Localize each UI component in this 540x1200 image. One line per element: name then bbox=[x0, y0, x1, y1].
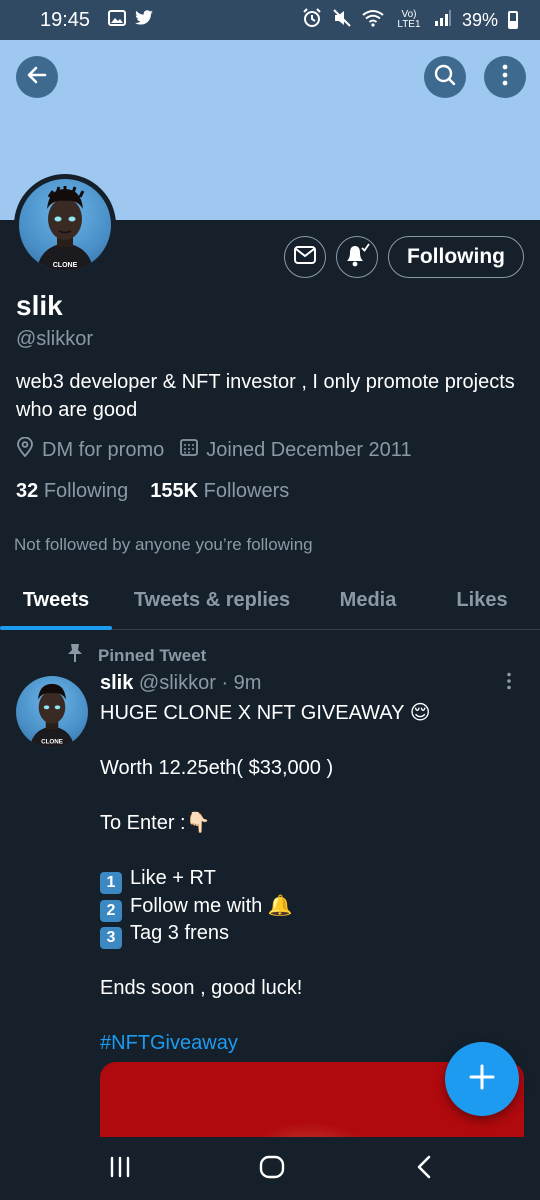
relieved-emoji: 😌 bbox=[409, 702, 431, 724]
keycap-3-icon: 3 bbox=[100, 927, 122, 949]
profile-name: slik bbox=[16, 290, 63, 321]
followers-label: Followers bbox=[203, 480, 290, 502]
gallery-icon bbox=[108, 9, 127, 31]
back-button[interactable] bbox=[16, 56, 58, 98]
tweet-line: To Enter :👇🏻 bbox=[100, 810, 520, 838]
pin-icon bbox=[66, 643, 84, 668]
following-stat[interactable]: 32 Following bbox=[16, 480, 128, 503]
keycap-1-icon: 1 bbox=[100, 872, 122, 894]
status-time: 19:45 bbox=[40, 8, 91, 31]
profile-avatar[interactable]: CLONE bbox=[14, 174, 116, 276]
tweet-avatar[interactable]: CLONE bbox=[16, 676, 88, 748]
message-button[interactable] bbox=[284, 236, 326, 278]
compose-tweet-button[interactable] bbox=[445, 1042, 519, 1116]
tweet-step-1: 1 Like + RT bbox=[100, 865, 520, 894]
tweet-time: · 9m bbox=[221, 672, 262, 694]
back-arrow-icon bbox=[25, 63, 49, 92]
follow-stats: 32 Following 155K Followers bbox=[16, 480, 289, 503]
tweet-author-name[interactable]: slik bbox=[100, 672, 133, 694]
tweet-text: HUGE CLONE X NFT GIVEAWAY 😌 Worth 12.25e… bbox=[100, 700, 520, 1058]
tweet-worth: Worth 12.25eth( $33,000 ) bbox=[100, 757, 334, 779]
nav-back-icon bbox=[415, 1154, 433, 1185]
more-vertical-icon bbox=[506, 672, 512, 694]
calendar-icon bbox=[180, 438, 199, 462]
location-text: DM for promo bbox=[42, 438, 165, 461]
tweet-step-2: 2 Follow me with 🔔 bbox=[100, 893, 520, 922]
wifi-icon bbox=[362, 9, 384, 32]
plus-icon bbox=[468, 1063, 496, 1096]
join-date-text: Joined December 2011 bbox=[206, 438, 412, 461]
tab-likes[interactable]: Likes bbox=[424, 570, 540, 630]
home-icon bbox=[258, 1154, 286, 1185]
system-back-button[interactable] bbox=[404, 1151, 444, 1187]
home-button[interactable] bbox=[252, 1151, 292, 1187]
pointing-down-emoji: 👇🏻 bbox=[185, 812, 211, 834]
tab-media[interactable]: Media bbox=[312, 570, 424, 630]
keycap-2-icon: 2 bbox=[100, 899, 122, 922]
recent-apps-button[interactable] bbox=[100, 1151, 140, 1187]
tab-tweets-replies[interactable]: Tweets & replies bbox=[112, 570, 312, 630]
tweet-header: slik @slikkor · 9m bbox=[100, 672, 261, 695]
tweet-author-handle[interactable]: @slikkor bbox=[139, 672, 216, 694]
tweet-title: HUGE CLONE X NFT GIVEAWAY bbox=[100, 702, 405, 724]
tweet-to-enter: To Enter : bbox=[100, 812, 186, 834]
search-icon bbox=[433, 63, 457, 92]
twitter-bird-icon bbox=[134, 9, 154, 31]
network-label: Vo) LTE1 bbox=[397, 9, 421, 30]
alarm-icon bbox=[302, 7, 322, 33]
battery-icon bbox=[508, 11, 518, 29]
followed-by-note: Not followed by anyone you’re following bbox=[14, 535, 313, 554]
status-bar: 19:45 Vo) LTE1 39% bbox=[0, 0, 540, 40]
tab-tweets[interactable]: Tweets bbox=[0, 570, 112, 630]
notifications-button[interactable] bbox=[336, 236, 378, 278]
recent-apps-icon bbox=[108, 1155, 132, 1184]
pinned-label: Pinned Tweet bbox=[66, 643, 206, 668]
profile-handle: @slikkor bbox=[16, 328, 93, 350]
location: DM for promo bbox=[16, 436, 165, 463]
bell-check-icon bbox=[343, 242, 371, 273]
following-label: Following bbox=[43, 480, 129, 502]
following-button[interactable]: Following bbox=[388, 236, 524, 278]
tweet-step-3: 3 Tag 3 frens bbox=[100, 920, 520, 949]
followers-stat[interactable]: 155K Followers bbox=[150, 480, 289, 503]
mute-icon bbox=[332, 8, 352, 33]
more-options-button[interactable] bbox=[484, 56, 526, 98]
tweet-ends: Ends soon , good luck! bbox=[100, 977, 303, 999]
pinned-text: Pinned Tweet bbox=[98, 645, 207, 665]
signal-icon bbox=[434, 9, 452, 31]
join-date: Joined December 2011 bbox=[180, 438, 412, 462]
mail-icon bbox=[293, 245, 317, 270]
tweet-more-button[interactable] bbox=[506, 672, 512, 695]
avatar-image: CLONE bbox=[19, 179, 111, 271]
following-count: 32 bbox=[16, 480, 39, 502]
svg-text:CLONE: CLONE bbox=[41, 738, 63, 745]
battery-percent: 39% bbox=[461, 9, 498, 30]
system-nav-bar bbox=[0, 1137, 540, 1200]
profile-meta: DM for promo Joined December 2011 bbox=[16, 436, 428, 463]
profile-tabs: Tweets Tweets & replies Media Likes bbox=[0, 570, 540, 630]
svg-text:CLONE: CLONE bbox=[53, 262, 78, 269]
search-button[interactable] bbox=[424, 56, 466, 98]
tweet-line: HUGE CLONE X NFT GIVEAWAY 😌 bbox=[100, 700, 520, 728]
location-pin-icon bbox=[16, 436, 34, 463]
bell-emoji: 🔔 bbox=[267, 894, 293, 917]
profile-bio: web3 developer & NFT investor , I only p… bbox=[16, 371, 515, 421]
more-vertical-icon bbox=[501, 64, 509, 91]
followers-count: 155K bbox=[150, 480, 199, 502]
